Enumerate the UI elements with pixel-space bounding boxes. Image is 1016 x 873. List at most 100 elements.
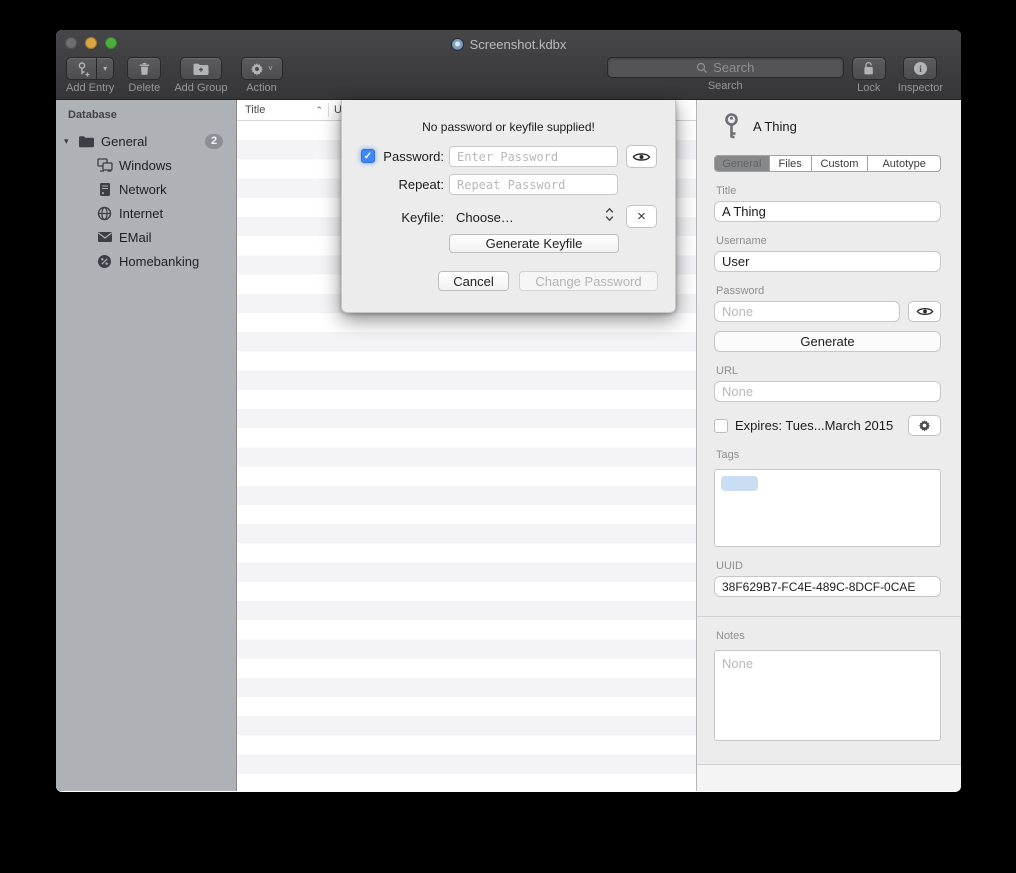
- search-input[interactable]: Search: [607, 57, 844, 78]
- sidebar-item-network[interactable]: Network: [56, 177, 236, 201]
- expires-checkbox[interactable]: [714, 419, 728, 433]
- entry-title: A Thing: [753, 119, 797, 134]
- password-label: Password: [716, 285, 941, 297]
- sidebar-item-label: Network: [119, 182, 167, 197]
- uuid-label: UUID: [716, 560, 941, 572]
- password-field[interactable]: [714, 301, 900, 322]
- change-password-sheet: No password or keyfile supplied! ✓ Passw…: [341, 100, 676, 313]
- column-header-username[interactable]: U: [329, 104, 342, 116]
- password-input[interactable]: [449, 146, 618, 167]
- tab-autotype[interactable]: Autotype: [867, 156, 940, 171]
- tags-field[interactable]: [714, 469, 941, 547]
- eye-icon: [916, 306, 934, 317]
- add-entry-item: ▾ Add Entry: [66, 57, 114, 100]
- sidebar-item-internet[interactable]: Internet: [56, 201, 236, 225]
- action-button[interactable]: ˅: [241, 57, 283, 80]
- generate-keyfile-button[interactable]: Generate Keyfile: [449, 234, 619, 253]
- lock-item: Lock: [852, 57, 886, 94]
- percent-icon: [96, 253, 113, 270]
- search-icon: [696, 62, 708, 74]
- sidebar-item-label: Windows: [119, 158, 172, 173]
- reveal-password-button[interactable]: [626, 145, 657, 168]
- search-placeholder: Search: [713, 60, 754, 75]
- key-icon: [723, 113, 740, 140]
- sidebar-group-label: General: [101, 134, 147, 149]
- stepper-icon[interactable]: [605, 207, 614, 222]
- envelope-icon: [96, 229, 113, 246]
- url-label: URL: [716, 365, 941, 377]
- globe-icon: [96, 205, 113, 222]
- gear-icon: [250, 62, 264, 76]
- sidebar-item-email[interactable]: EMail: [56, 225, 236, 249]
- lock-label: Lock: [857, 82, 880, 94]
- repeat-label: Repeat:: [378, 177, 444, 192]
- titlebar[interactable]: Screenshot.kdbx: [56, 30, 961, 56]
- username-label: Username: [716, 235, 941, 247]
- search-item: Search Search: [607, 57, 844, 92]
- reveal-password-button[interactable]: [908, 301, 941, 322]
- add-entry-button[interactable]: [66, 57, 97, 80]
- window-chrome: Screenshot.kdbx ▾ Add Entry: [56, 30, 961, 100]
- windows-icon: [96, 157, 113, 174]
- sidebar-item-windows[interactable]: Windows: [56, 153, 236, 177]
- tab-custom[interactable]: Custom: [811, 156, 868, 171]
- inspector-item: i Inspector: [898, 57, 943, 94]
- add-group-item: Add Group: [174, 57, 227, 100]
- delete-button[interactable]: [127, 57, 161, 80]
- unlock-icon: [862, 61, 875, 76]
- column-header-title[interactable]: Title ⌃: [237, 100, 328, 120]
- delete-label: Delete: [128, 82, 160, 94]
- notes-field[interactable]: [714, 650, 941, 741]
- notes-label: Notes: [716, 630, 941, 642]
- network-icon: [96, 181, 113, 198]
- clear-keyfile-button[interactable]: ×: [626, 205, 657, 228]
- repeat-input[interactable]: [449, 174, 618, 195]
- sheet-message: No password or keyfile supplied!: [342, 120, 675, 134]
- url-field[interactable]: [714, 381, 941, 402]
- lock-button[interactable]: [852, 57, 886, 80]
- tab-general[interactable]: General: [715, 156, 769, 171]
- keyfile-popup[interactable]: Choose…: [456, 210, 514, 225]
- title-field[interactable]: [714, 201, 941, 222]
- tag-token[interactable]: [721, 476, 758, 491]
- expiry-options-button[interactable]: [908, 415, 941, 436]
- info-icon: i: [913, 61, 928, 76]
- tab-files[interactable]: Files: [769, 156, 811, 171]
- sort-ascending-icon: ⌃: [315, 105, 323, 116]
- sidebar-item-homebanking[interactable]: Homebanking: [56, 249, 236, 273]
- trash-icon: [137, 61, 152, 77]
- close-icon: ×: [637, 208, 646, 225]
- entry-count-badge: 2: [205, 134, 223, 149]
- disclosure-triangle-icon[interactable]: ▾: [64, 136, 78, 147]
- inspector-footer: [697, 764, 961, 791]
- chevron-down-icon: ▾: [103, 64, 107, 73]
- add-group-label: Add Group: [174, 82, 227, 94]
- password-label: Password:: [378, 149, 444, 164]
- add-group-button[interactable]: [180, 57, 222, 80]
- action-label: Action: [246, 82, 277, 94]
- tags-label: Tags: [716, 449, 941, 461]
- folder-icon: [78, 133, 95, 150]
- change-password-button[interactable]: Change Password: [519, 271, 658, 291]
- add-entry-dropdown[interactable]: ▾: [97, 57, 114, 80]
- eye-icon: [632, 151, 651, 163]
- sidebar-header: Database: [56, 109, 236, 121]
- window-title: Screenshot.kdbx: [470, 37, 567, 52]
- key-plus-icon: [74, 61, 90, 77]
- toolbar: ▾ Add Entry Delete A: [56, 56, 961, 100]
- add-entry-label: Add Entry: [66, 82, 114, 94]
- cancel-button[interactable]: Cancel: [438, 271, 509, 291]
- sidebar-item-label: Homebanking: [119, 254, 199, 269]
- document-proxy-icon[interactable]: [451, 38, 464, 51]
- sidebar-item-label: EMail: [119, 230, 152, 245]
- inspector-tabs: General Files Custom Autotype: [714, 155, 941, 172]
- username-field[interactable]: [714, 251, 941, 272]
- uuid-field[interactable]: 38F629B7-FC4E-489C-8DCF-0CAE: [714, 576, 941, 597]
- generate-password-button[interactable]: Generate: [714, 331, 941, 352]
- inspector-button[interactable]: i: [903, 57, 937, 80]
- expires-label: Expires: Tues...March 2015: [735, 418, 893, 433]
- password-checkbox[interactable]: ✓: [361, 149, 375, 163]
- chevron-down-icon: ˅: [268, 64, 273, 73]
- keyfile-label: Keyfile:: [378, 210, 444, 225]
- sidebar-group-general[interactable]: ▾ General 2: [56, 129, 236, 153]
